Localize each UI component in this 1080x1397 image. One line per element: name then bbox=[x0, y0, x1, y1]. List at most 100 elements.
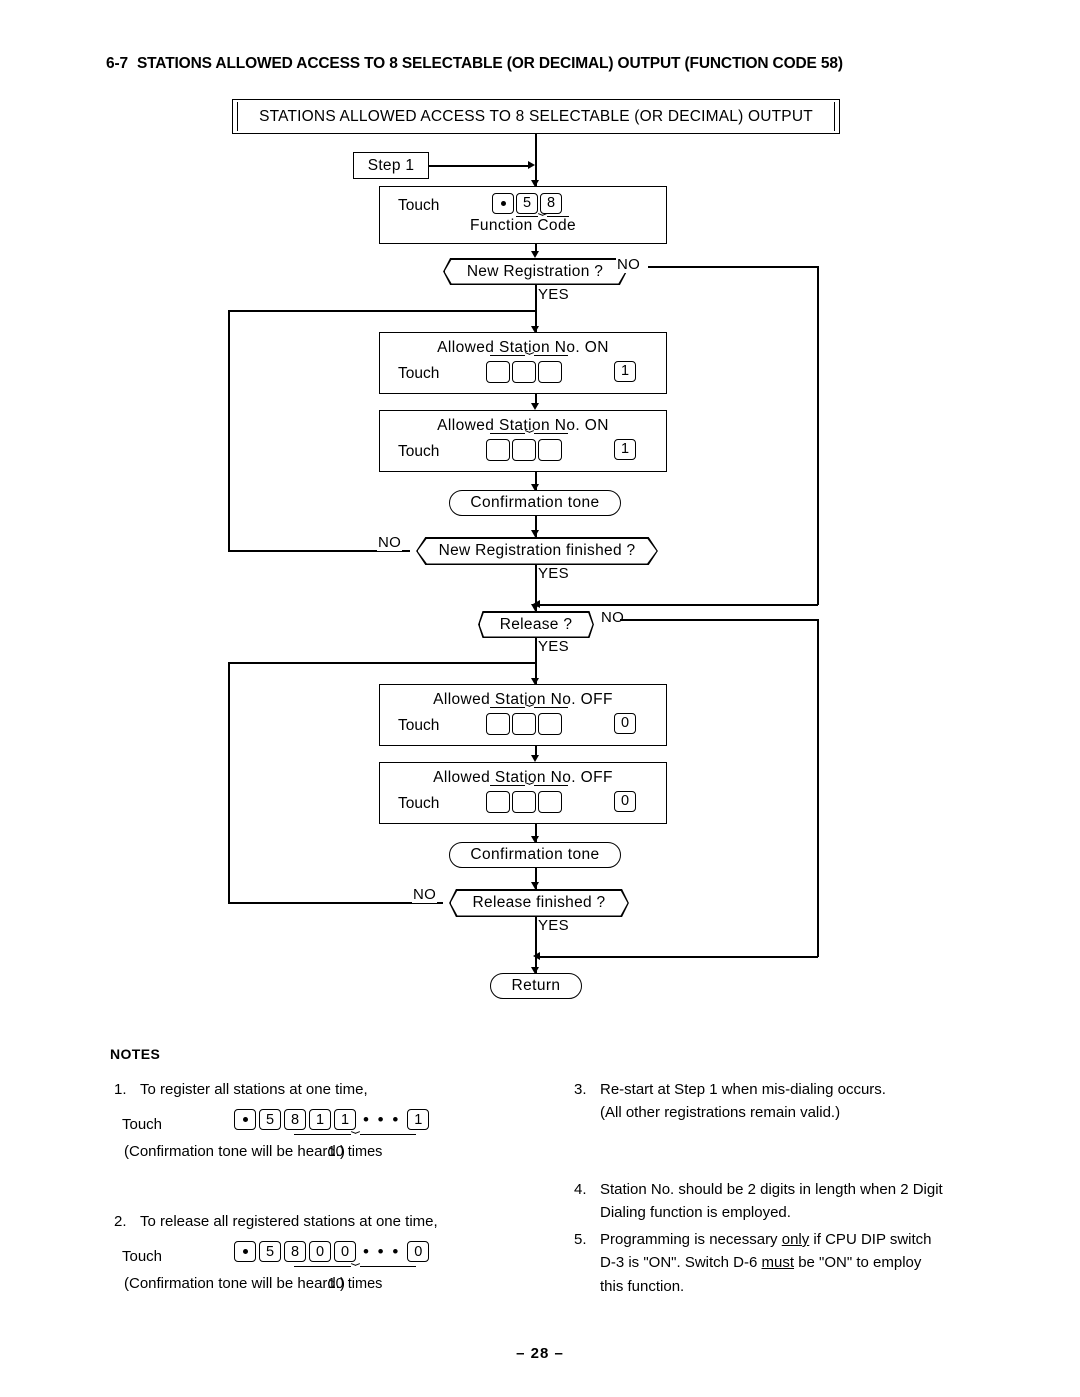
connector-release-no-return-h bbox=[537, 956, 818, 958]
edge-label-relfin-no: NO bbox=[412, 886, 438, 903]
note-1-text: To register all stations at one time, bbox=[140, 1081, 368, 1098]
note-item-1: 1. To register all stations at one time,… bbox=[114, 1078, 534, 1160]
edge-label-newreg-yes: YES bbox=[537, 286, 570, 303]
allowed-station-on-box-2: Allowed Station No. ON Touch 1 bbox=[379, 410, 667, 472]
function-code-box: Touch 5 8 Function Code bbox=[379, 186, 667, 244]
note-5-part-1: Programming is necessary bbox=[600, 1231, 782, 1248]
connector-relfin-yes bbox=[535, 917, 537, 973]
decision-release-finished: Release finished ? bbox=[449, 889, 629, 917]
connector-title-to-step bbox=[535, 134, 537, 186]
key-5: 5 bbox=[516, 193, 538, 214]
arrow-into-newreg bbox=[530, 251, 539, 258]
note-5-line-2: D-3 is "ON". Switch D-6 must be "ON" to … bbox=[600, 1251, 1004, 1274]
decision-new-registration-finished: New Registration finished ? bbox=[416, 537, 658, 565]
connector-step-to-spine bbox=[429, 165, 529, 167]
decision-release: Release ? bbox=[478, 611, 594, 638]
key-1-last: 1 bbox=[407, 1109, 430, 1131]
connector-relloop-v bbox=[228, 662, 230, 903]
note-3-index: 3. bbox=[574, 1081, 587, 1098]
arrow-into-release bbox=[530, 604, 539, 611]
note-5-line-1: Programming is necessary only if CPU DIP… bbox=[600, 1228, 1004, 1251]
confirmation-tone-1-label: Confirmation tone bbox=[470, 494, 600, 511]
state-key-off-1: 0 bbox=[614, 713, 636, 734]
confirmation-tone-2: Confirmation tone bbox=[449, 842, 621, 868]
note-5-part-2: if CPU DIP switch bbox=[809, 1231, 932, 1248]
connector-relloop-bottom-h bbox=[228, 902, 443, 904]
arrow-into-regfin bbox=[530, 530, 539, 537]
connector-regloop-v bbox=[228, 310, 230, 551]
blank-key bbox=[538, 361, 562, 383]
note-5-part-3: D-3 is "ON". Switch D-6 bbox=[600, 1254, 762, 1272]
edge-label-release-no: NO bbox=[600, 609, 626, 626]
confirmation-tone-1: Confirmation tone bbox=[449, 490, 621, 516]
note-5-emphasis-only: only bbox=[781, 1231, 810, 1248]
blank-key bbox=[486, 713, 510, 735]
key-dot bbox=[234, 1109, 256, 1131]
key-0-last: 0 bbox=[407, 1241, 430, 1263]
flow-title-bar: STATIONS ALLOWED ACCESS TO 8 SELECTABLE … bbox=[232, 99, 840, 134]
allowed-station-off-box-1: Allowed Station No. OFF Touch 0 bbox=[379, 684, 667, 746]
edge-label-newreg-no: NO bbox=[616, 256, 642, 273]
connector-release-no-v bbox=[817, 619, 819, 957]
station-blank-keys-on-2 bbox=[486, 439, 562, 461]
return-node: Return bbox=[490, 973, 582, 999]
blank-key bbox=[538, 791, 562, 813]
touch-label-off-1: Touch bbox=[398, 717, 440, 734]
key-0: 0 bbox=[614, 713, 636, 734]
blank-key bbox=[538, 713, 562, 735]
note-1-key-sequence: 5 8 1 1 • • • 1 bbox=[234, 1109, 430, 1131]
key-5: 5 bbox=[259, 1109, 281, 1131]
note-4-line-2: Dialing function is employed. bbox=[600, 1204, 791, 1222]
blank-key bbox=[538, 439, 562, 461]
station-blank-keys-off-2 bbox=[486, 791, 562, 813]
note-5-part-4: be "ON" to employ bbox=[794, 1254, 922, 1272]
note-5-emphasis-must: must bbox=[761, 1254, 795, 1272]
decision-release-label: Release ? bbox=[499, 615, 573, 633]
note-2-tail: (Confirmation tone will be heard.) bbox=[124, 1275, 345, 1292]
key-8: 8 bbox=[284, 1109, 306, 1131]
key-dot bbox=[492, 193, 514, 214]
allowed-station-off-box-2: Allowed Station No. OFF Touch 0 bbox=[379, 762, 667, 824]
function-code-keys: 5 8 bbox=[492, 193, 562, 214]
note-3-line-1: Re-start at Step 1 when mis-dialing occu… bbox=[600, 1081, 886, 1098]
key-1: 1 bbox=[309, 1109, 331, 1131]
function-touch-label: Touch bbox=[398, 197, 440, 214]
touch-label-off-2: Touch bbox=[398, 795, 440, 812]
arrow-into-off-box-2 bbox=[530, 755, 539, 762]
key-1: 1 bbox=[334, 1109, 356, 1131]
connector-relloop-top-h bbox=[228, 662, 535, 664]
flow-title-text: STATIONS ALLOWED ACCESS TO 8 SELECTABLE … bbox=[259, 107, 813, 125]
note-item-5: 5. Programming is necessary only if CPU … bbox=[574, 1228, 1004, 1298]
note-2-key-sequence: 5 8 0 0 • • • 0 bbox=[234, 1241, 430, 1263]
key-0: 0 bbox=[614, 791, 636, 812]
note-2-index: 2. bbox=[114, 1213, 127, 1230]
key-0: 0 bbox=[309, 1241, 331, 1263]
decision-new-registration: New Registration ? bbox=[443, 258, 627, 285]
note-2-text: To release all registered stations at on… bbox=[140, 1213, 438, 1230]
note-5-index: 5. bbox=[574, 1231, 587, 1248]
blank-key bbox=[512, 791, 536, 813]
connector-newreg-no-h bbox=[648, 266, 818, 268]
notes-heading: NOTES bbox=[110, 1046, 161, 1062]
decision-new-registration-label: New Registration ? bbox=[466, 262, 604, 280]
touch-label-on-2: Touch bbox=[398, 443, 440, 460]
key-8: 8 bbox=[284, 1241, 306, 1263]
edge-label-relfin-yes: YES bbox=[537, 917, 570, 934]
note-2-touch-label: Touch bbox=[122, 1248, 163, 1266]
note-1-touch-label: Touch bbox=[122, 1116, 163, 1134]
blank-key bbox=[512, 713, 536, 735]
note-2-touch-row: Touch 5 8 0 0 • • • 0 10 times bbox=[114, 1239, 534, 1292]
connector-release-no-h bbox=[620, 619, 818, 621]
page-number: – 28 – bbox=[516, 1345, 564, 1362]
note-2-ellipsis: • • • bbox=[363, 1242, 401, 1262]
allowed-station-on-box-1: Allowed Station No. ON Touch 1 bbox=[379, 332, 667, 394]
function-code-caption: Function Code bbox=[469, 217, 576, 234]
key-1: 1 bbox=[614, 439, 636, 460]
step-box-label: Step 1 bbox=[367, 156, 415, 174]
connector-newreg-no-return-h bbox=[537, 604, 818, 606]
key-8: 8 bbox=[540, 193, 562, 214]
decision-release-finished-label: Release finished ? bbox=[472, 894, 606, 911]
connector-newreg-no-v bbox=[817, 266, 819, 605]
note-3-body: Re-start at Step 1 when mis-dialing occu… bbox=[600, 1078, 1004, 1125]
note-1-index: 1. bbox=[114, 1081, 127, 1098]
